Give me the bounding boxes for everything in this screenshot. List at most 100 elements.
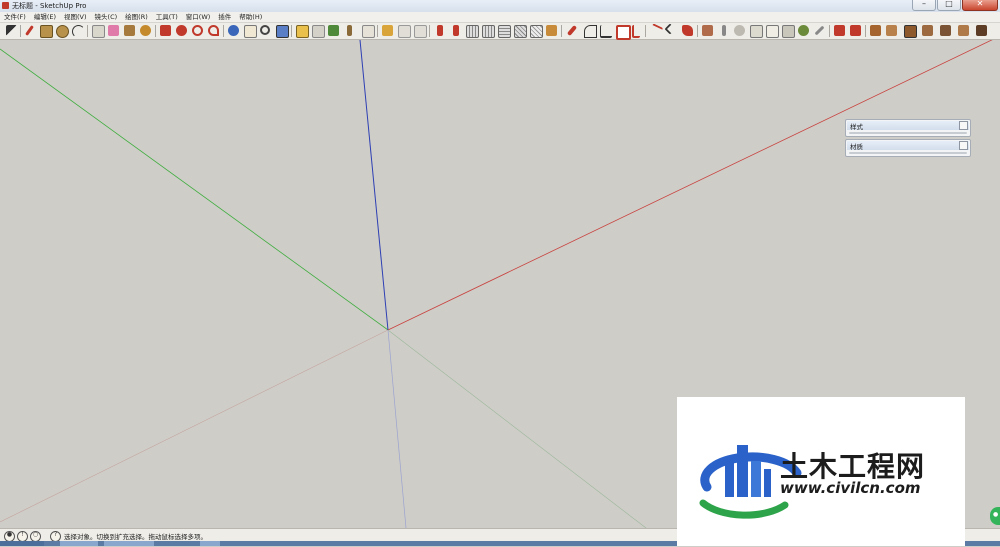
start-button[interactable] bbox=[0, 541, 44, 546]
share-component-icon[interactable] bbox=[398, 25, 411, 38]
solid-tools-icon[interactable] bbox=[566, 25, 578, 36]
preview-model-icon[interactable] bbox=[347, 25, 352, 36]
status-message: 选择对象。切换到扩充选择。拖动鼠标选择多项。 bbox=[64, 533, 207, 541]
tray-materials[interactable]: 材质 bbox=[845, 139, 971, 157]
pan-tool-icon[interactable] bbox=[244, 25, 257, 38]
hidden-line-style-icon[interactable] bbox=[722, 25, 726, 36]
maximize-button[interactable]: □ bbox=[937, 0, 961, 11]
taskbar-item[interactable] bbox=[104, 541, 154, 546]
photo-textures-icon[interactable] bbox=[328, 25, 339, 36]
red-axis-dotted bbox=[0, 329, 389, 523]
move-tool-icon[interactable] bbox=[176, 25, 187, 36]
layer-manager-icon[interactable] bbox=[834, 25, 845, 36]
menu-view[interactable]: 视图(V) bbox=[60, 12, 91, 22]
circle-tool-icon[interactable] bbox=[56, 25, 69, 38]
sandbox-from-scratch-icon[interactable] bbox=[453, 25, 459, 36]
select-tool-icon[interactable] bbox=[6, 25, 17, 36]
taskbar-item[interactable] bbox=[200, 541, 220, 546]
xray-style-icon[interactable] bbox=[782, 25, 795, 38]
split-icon[interactable] bbox=[664, 23, 676, 35]
main-toolbar bbox=[0, 23, 1000, 40]
line-tool-icon[interactable] bbox=[25, 25, 34, 36]
close-button[interactable]: ✕ bbox=[962, 0, 998, 11]
tape-measure-icon[interactable] bbox=[124, 25, 135, 36]
toolbar-separator bbox=[155, 25, 156, 37]
make-component-icon[interactable] bbox=[92, 25, 105, 38]
get-models-icon[interactable] bbox=[362, 25, 375, 38]
drape-tool-icon[interactable] bbox=[498, 25, 511, 38]
union-icon[interactable] bbox=[616, 25, 631, 40]
outer-shell-icon[interactable] bbox=[584, 25, 597, 38]
add-detail-icon[interactable] bbox=[514, 25, 527, 38]
push-pull-tool-icon[interactable] bbox=[160, 25, 171, 36]
toolbar-separator bbox=[291, 25, 292, 37]
pin-icon[interactable] bbox=[959, 121, 968, 130]
menu-camera[interactable]: 镜头(C) bbox=[91, 12, 122, 22]
flip-edge-icon[interactable] bbox=[530, 25, 543, 38]
menu-window[interactable]: 窗口(W) bbox=[182, 12, 215, 22]
tray-label: 材质 bbox=[850, 143, 863, 151]
follow-me-icon[interactable] bbox=[208, 25, 219, 36]
sketchup-app-icon bbox=[2, 2, 9, 9]
rotate-tool-icon[interactable] bbox=[192, 25, 203, 36]
toolbar-separator bbox=[865, 25, 866, 37]
menu-draw[interactable]: 绘图(R) bbox=[121, 12, 152, 22]
toggle-terrain-icon[interactable] bbox=[312, 25, 325, 38]
menu-help[interactable]: 帮助(H) bbox=[235, 12, 266, 22]
section-plane-icon[interactable] bbox=[682, 25, 693, 36]
orbit-tool-icon[interactable] bbox=[228, 25, 239, 36]
top-view-icon[interactable] bbox=[886, 25, 897, 36]
tray-label: 样式 bbox=[850, 123, 863, 131]
zoom-extents-icon[interactable] bbox=[276, 25, 289, 38]
tray-header bbox=[847, 141, 969, 150]
zoom-tool-icon[interactable] bbox=[260, 25, 270, 35]
toolbar-separator bbox=[223, 25, 224, 37]
tray-styles[interactable]: 样式 bbox=[845, 119, 971, 137]
outliner-icon[interactable] bbox=[850, 25, 861, 36]
menu-tools[interactable]: 工具(T) bbox=[152, 12, 182, 22]
subtract-icon[interactable] bbox=[632, 25, 640, 38]
pin-icon[interactable] bbox=[959, 141, 968, 150]
add-location-icon[interactable] bbox=[296, 25, 309, 38]
menu-plugins[interactable]: 插件 bbox=[214, 12, 235, 22]
green-axis-dotted bbox=[387, 329, 647, 528]
intersect-icon[interactable] bbox=[600, 25, 612, 38]
menu-file[interactable]: 文件(F) bbox=[0, 12, 30, 22]
extension-warehouse-icon[interactable] bbox=[414, 25, 427, 38]
trim-icon[interactable] bbox=[647, 23, 664, 40]
tray-collapsed-bar bbox=[849, 152, 967, 154]
floating-badge[interactable]: ● bbox=[990, 507, 1000, 525]
red-axis-solid bbox=[387, 40, 993, 331]
sandbox-from-contours-icon[interactable] bbox=[437, 25, 443, 36]
menu-bar: 文件(F) 编辑(E) 视图(V) 镜头(C) 绘图(R) 工具(T) 窗口(W… bbox=[0, 12, 1000, 23]
shadow-settings-icon[interactable] bbox=[546, 25, 557, 36]
smoove-tool-icon[interactable] bbox=[466, 25, 479, 38]
wireframe-style-icon[interactable] bbox=[702, 25, 713, 36]
toolbar-separator bbox=[829, 25, 830, 37]
right-view-icon[interactable] bbox=[922, 25, 933, 36]
shaded-style-icon[interactable] bbox=[734, 25, 745, 36]
minimize-button[interactable]: – bbox=[912, 0, 936, 11]
left-view-icon[interactable] bbox=[958, 25, 969, 36]
iso-view-icon[interactable] bbox=[870, 25, 881, 36]
arc-tool-icon[interactable] bbox=[72, 25, 85, 38]
monochrome-style-icon[interactable] bbox=[766, 25, 779, 38]
rectangle-tool-icon[interactable] bbox=[40, 25, 53, 38]
toolbar-separator bbox=[20, 25, 21, 37]
taskbar-item[interactable] bbox=[60, 541, 98, 546]
shaded-textures-icon[interactable] bbox=[750, 25, 763, 38]
toolbar-separator bbox=[645, 25, 646, 37]
stamp-tool-icon[interactable] bbox=[482, 25, 495, 38]
paint-bucket-icon[interactable] bbox=[140, 25, 151, 36]
blue-axis-solid bbox=[359, 40, 389, 331]
bottom-view-icon[interactable] bbox=[976, 25, 987, 36]
eraser-tool-icon[interactable] bbox=[108, 25, 119, 36]
back-view-icon[interactable] bbox=[940, 25, 951, 36]
back-edges-icon[interactable] bbox=[798, 25, 809, 36]
toolbar-separator bbox=[87, 25, 88, 37]
menu-edit[interactable]: 编辑(E) bbox=[30, 12, 60, 22]
tray-header bbox=[847, 121, 969, 130]
share-model-icon[interactable] bbox=[382, 25, 393, 36]
dimension-tool-icon[interactable] bbox=[814, 25, 825, 36]
front-view-icon[interactable] bbox=[904, 25, 917, 38]
